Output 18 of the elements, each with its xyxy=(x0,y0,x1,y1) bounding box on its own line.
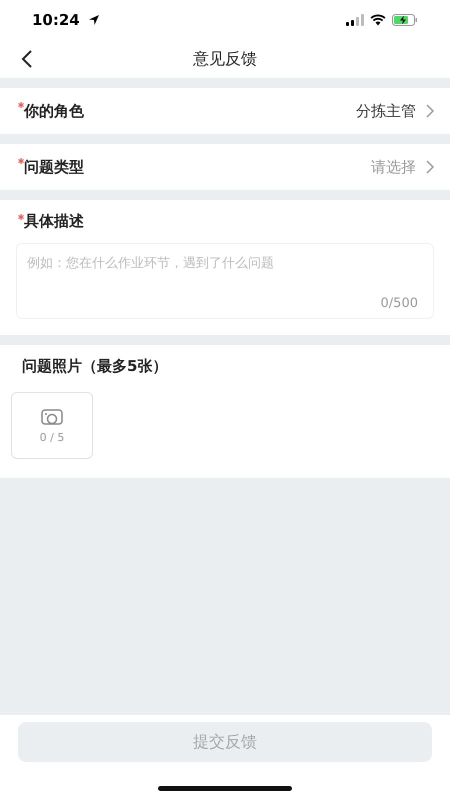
wifi-icon xyxy=(370,14,386,26)
field-label: 问题类型 xyxy=(24,158,84,176)
character-counter: 0/500 xyxy=(380,296,418,311)
select-row[interactable]: 你的角色 分拣主管 xyxy=(0,88,450,134)
status-time: 10:24 xyxy=(32,11,80,29)
field-label: 你的角色 xyxy=(24,102,84,120)
camera-icon xyxy=(40,407,64,427)
select-row[interactable]: 问题类型 请选择 xyxy=(0,144,450,190)
chevron-right-icon xyxy=(426,104,434,118)
signal-icon xyxy=(346,14,364,26)
location-arrow-icon xyxy=(88,14,100,26)
page-title: 意见反馈 xyxy=(193,48,257,70)
back-icon[interactable] xyxy=(21,49,33,69)
field-label: 具体描述 xyxy=(24,212,84,231)
section-label: 问题照片（最多5张） xyxy=(21,357,168,376)
chevron-right-icon xyxy=(426,160,434,174)
field-value: 分拣主管 xyxy=(356,102,416,120)
field-placeholder: 请选择 xyxy=(371,158,416,176)
